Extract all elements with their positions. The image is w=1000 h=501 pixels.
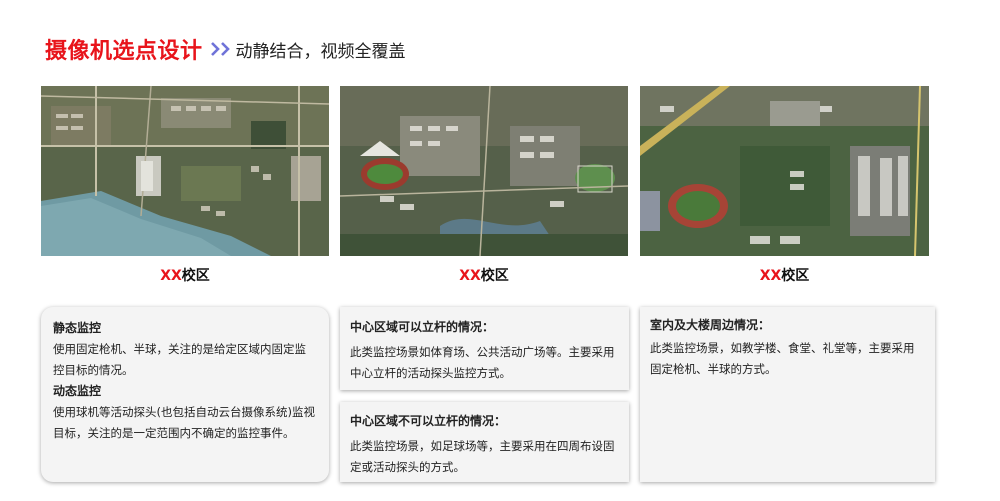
dynamic-monitoring-heading: 动态监控 bbox=[53, 384, 102, 398]
campus-satellite-image-1 bbox=[41, 86, 329, 256]
campus-caption-prefix: XX bbox=[160, 268, 182, 284]
pole-impossible-heading: 中心区域不可以立杆的情况： bbox=[350, 414, 507, 428]
indoor-text: 此类监控场景，如教学楼、食堂、礼堂等，主要采用固定枪机、半球的方式。 bbox=[650, 341, 915, 376]
campus-caption-prefix: XX bbox=[759, 268, 782, 284]
pole-possible-text: 此类监控场景如体育场、公共活动广场等。主要采用中心立杆的活动探头监控方式。 bbox=[350, 345, 615, 380]
campus-satellite-image-3 bbox=[640, 86, 929, 256]
double-chevron-right-icon bbox=[210, 42, 230, 56]
static-monitoring-heading: 静态监控 bbox=[53, 321, 102, 335]
title-subtitle: 动静结合，视频全覆盖 bbox=[235, 41, 406, 62]
static-monitoring-text: 使用固定枪机、半球，关注的是给定区域内固定监控目标的情况。 bbox=[53, 342, 306, 377]
campus-caption-2: XX校区 bbox=[340, 265, 628, 285]
campus-caption-1: XX校区 bbox=[41, 265, 329, 285]
page-title: 摄像机选点设计 动静结合，视频全覆盖 bbox=[45, 34, 406, 64]
indoor-card: 室内及大楼周边情况： 此类监控场景，如教学楼、食堂、礼堂等，主要采用固定枪机、半… bbox=[640, 307, 935, 482]
campus-satellite-image-2 bbox=[340, 86, 628, 256]
campus-caption-prefix: XX bbox=[459, 268, 481, 284]
indoor-heading: 室内及大楼周边情况： bbox=[650, 318, 771, 332]
campus-caption-3: XX校区 bbox=[640, 265, 929, 285]
pole-possible-card: 中心区域可以立杆的情况： 此类监控场景如体育场、公共活动广场等。主要采用中心立杆… bbox=[340, 307, 629, 390]
dynamic-monitoring-text: 使用球机等活动探头(也包括自动云台摄像系统)监视目标，关注的是一定范围内不确定的… bbox=[53, 405, 315, 440]
pole-possible-heading: 中心区域可以立杆的情况： bbox=[350, 320, 495, 334]
monitoring-types-card: 静态监控 使用固定枪机、半球，关注的是给定区域内固定监控目标的情况。 动态监控 … bbox=[41, 307, 329, 482]
pole-impossible-card: 中心区域不可以立杆的情况： 此类监控场景，如足球场等，主要采用在四周布设固定或活… bbox=[340, 402, 629, 482]
title-main: 摄像机选点设计 bbox=[45, 39, 203, 64]
campus-caption-suffix: 校区 bbox=[181, 268, 210, 284]
pole-impossible-text: 此类监控场景，如足球场等，主要采用在四周布设固定或活动探头的方式。 bbox=[350, 439, 615, 474]
campus-caption-suffix: 校区 bbox=[480, 268, 509, 284]
campus-caption-suffix: 校区 bbox=[781, 268, 810, 284]
